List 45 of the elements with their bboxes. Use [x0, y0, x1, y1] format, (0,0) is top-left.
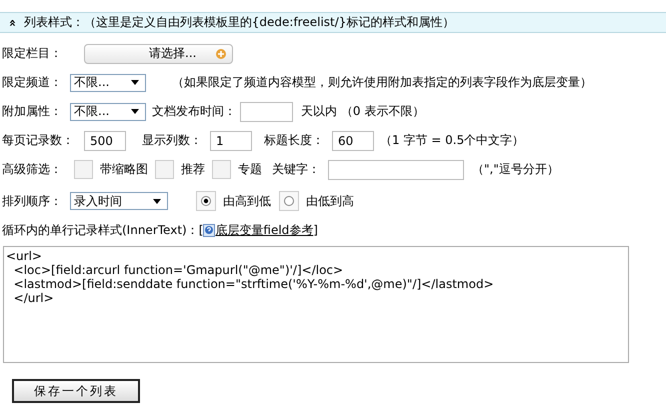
field-label: 附加属性：	[2, 103, 62, 120]
hint-text: （","逗号分开）	[472, 161, 559, 178]
section-title: 列表样式：（这里是定义自由列表模板里的{dede:freelist/}标记的样式和属性）	[24, 14, 454, 31]
checkbox-label: 带缩略图	[100, 161, 148, 178]
field-label: 显示列数：	[142, 132, 202, 149]
checkbox[interactable]	[212, 160, 231, 179]
field-label: 关键字：	[272, 161, 320, 178]
help-icon	[203, 224, 216, 236]
field-label: 标题长度：	[264, 132, 324, 149]
plus-icon	[216, 48, 226, 58]
category-select-button[interactable]: 请选择...	[84, 44, 233, 64]
attribute-select[interactable]: 不限...	[70, 102, 146, 120]
collapse-toggle[interactable]: »	[4, 18, 19, 26]
keyword-input[interactable]	[328, 160, 464, 180]
field-label: 排列顺序：	[2, 192, 62, 210]
dropdown-caret-icon	[131, 80, 139, 85]
field-label: 循环内的单行记录样式(InnerText)：[	[2, 222, 204, 238]
inner-text-editor[interactable]: <url> <loc>[field:arcurl function='Gmapurl("@me")'/]</loc> <lastmod>[field:senddate function="strftime('%Y-%m-%d',@me)"/]</lastmod> </url>	[3, 246, 629, 363]
dropdown-caret-icon	[131, 109, 139, 114]
hint-text: 天以内 （0 表示不限）	[301, 103, 424, 120]
field-label: 限定频道：	[2, 74, 62, 91]
radio-button[interactable]	[196, 191, 216, 211]
title-length-input[interactable]: 60	[332, 130, 374, 150]
field-label: 文档发布时间：	[152, 103, 236, 120]
hint-text: （1 字节 = 0.5个中文字）	[380, 132, 524, 149]
per-page-input[interactable]: 500	[84, 130, 126, 150]
days-input[interactable]	[240, 102, 293, 122]
radio-label: 由高到低	[223, 192, 271, 210]
field-reference-link[interactable]: 底层变量field参考	[215, 222, 314, 238]
radio-button[interactable]	[279, 191, 299, 211]
order-select[interactable]: 录入时间	[70, 192, 168, 210]
bracket-text: ]	[313, 223, 318, 237]
checkbox[interactable]	[74, 160, 93, 179]
hint-text: （如果限定了频道内容模型，则允许使用附加表指定的列表字段作为底层变量）	[172, 74, 592, 91]
checkbox-label: 推荐	[181, 161, 205, 178]
field-label: 限定栏目：	[2, 45, 62, 62]
field-label: 每页记录数：	[2, 132, 74, 149]
checkbox-label: 专题	[238, 161, 262, 178]
field-label: 高级筛选：	[2, 161, 62, 178]
channel-select[interactable]: 不限...	[70, 74, 146, 92]
save-button[interactable]: 保存一个列表	[12, 379, 140, 403]
dropdown-caret-icon	[153, 198, 161, 204]
checkbox[interactable]	[155, 160, 174, 179]
radio-label: 由低到高	[306, 192, 354, 210]
columns-input[interactable]: 1	[210, 130, 252, 150]
